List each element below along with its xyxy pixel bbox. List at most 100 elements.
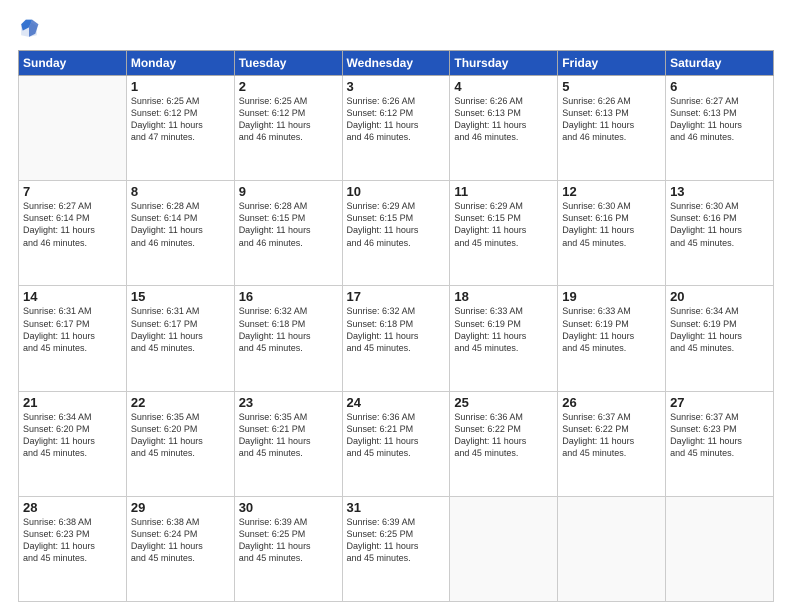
day-info: Sunrise: 6:26 AM Sunset: 6:13 PM Dayligh… <box>562 95 661 144</box>
day-info: Sunrise: 6:32 AM Sunset: 6:18 PM Dayligh… <box>347 305 446 354</box>
calendar-cell: 28Sunrise: 6:38 AM Sunset: 6:23 PM Dayli… <box>19 496 127 601</box>
logo-icon <box>18 18 40 40</box>
weekday-header: Tuesday <box>234 51 342 76</box>
calendar-cell: 18Sunrise: 6:33 AM Sunset: 6:19 PM Dayli… <box>450 286 558 391</box>
day-number: 15 <box>131 289 230 304</box>
day-number: 31 <box>347 500 446 515</box>
weekday-header: Friday <box>558 51 666 76</box>
calendar-page: SundayMondayTuesdayWednesdayThursdayFrid… <box>0 0 792 612</box>
day-number: 9 <box>239 184 338 199</box>
calendar-cell: 26Sunrise: 6:37 AM Sunset: 6:22 PM Dayli… <box>558 391 666 496</box>
day-number: 29 <box>131 500 230 515</box>
calendar-cell: 31Sunrise: 6:39 AM Sunset: 6:25 PM Dayli… <box>342 496 450 601</box>
calendar-cell: 15Sunrise: 6:31 AM Sunset: 6:17 PM Dayli… <box>126 286 234 391</box>
day-number: 5 <box>562 79 661 94</box>
day-number: 1 <box>131 79 230 94</box>
day-info: Sunrise: 6:25 AM Sunset: 6:12 PM Dayligh… <box>239 95 338 144</box>
day-number: 21 <box>23 395 122 410</box>
calendar-week-row: 21Sunrise: 6:34 AM Sunset: 6:20 PM Dayli… <box>19 391 774 496</box>
day-info: Sunrise: 6:32 AM Sunset: 6:18 PM Dayligh… <box>239 305 338 354</box>
calendar-cell: 5Sunrise: 6:26 AM Sunset: 6:13 PM Daylig… <box>558 76 666 181</box>
day-info: Sunrise: 6:34 AM Sunset: 6:20 PM Dayligh… <box>23 411 122 460</box>
header <box>18 18 774 40</box>
weekday-header: Monday <box>126 51 234 76</box>
calendar-week-row: 1Sunrise: 6:25 AM Sunset: 6:12 PM Daylig… <box>19 76 774 181</box>
calendar-cell: 27Sunrise: 6:37 AM Sunset: 6:23 PM Dayli… <box>666 391 774 496</box>
calendar-cell: 13Sunrise: 6:30 AM Sunset: 6:16 PM Dayli… <box>666 181 774 286</box>
day-number: 26 <box>562 395 661 410</box>
day-number: 11 <box>454 184 553 199</box>
day-info: Sunrise: 6:31 AM Sunset: 6:17 PM Dayligh… <box>23 305 122 354</box>
day-info: Sunrise: 6:28 AM Sunset: 6:15 PM Dayligh… <box>239 200 338 249</box>
day-info: Sunrise: 6:37 AM Sunset: 6:22 PM Dayligh… <box>562 411 661 460</box>
day-number: 6 <box>670 79 769 94</box>
day-info: Sunrise: 6:30 AM Sunset: 6:16 PM Dayligh… <box>562 200 661 249</box>
day-info: Sunrise: 6:26 AM Sunset: 6:12 PM Dayligh… <box>347 95 446 144</box>
calendar-table: SundayMondayTuesdayWednesdayThursdayFrid… <box>18 50 774 602</box>
calendar-cell: 16Sunrise: 6:32 AM Sunset: 6:18 PM Dayli… <box>234 286 342 391</box>
day-number: 7 <box>23 184 122 199</box>
day-number: 14 <box>23 289 122 304</box>
weekday-header-row: SundayMondayTuesdayWednesdayThursdayFrid… <box>19 51 774 76</box>
day-info: Sunrise: 6:36 AM Sunset: 6:22 PM Dayligh… <box>454 411 553 460</box>
calendar-cell: 7Sunrise: 6:27 AM Sunset: 6:14 PM Daylig… <box>19 181 127 286</box>
calendar-week-row: 14Sunrise: 6:31 AM Sunset: 6:17 PM Dayli… <box>19 286 774 391</box>
calendar-cell: 6Sunrise: 6:27 AM Sunset: 6:13 PM Daylig… <box>666 76 774 181</box>
calendar-cell: 14Sunrise: 6:31 AM Sunset: 6:17 PM Dayli… <box>19 286 127 391</box>
calendar-cell: 3Sunrise: 6:26 AM Sunset: 6:12 PM Daylig… <box>342 76 450 181</box>
day-info: Sunrise: 6:30 AM Sunset: 6:16 PM Dayligh… <box>670 200 769 249</box>
day-number: 18 <box>454 289 553 304</box>
day-number: 28 <box>23 500 122 515</box>
calendar-cell: 29Sunrise: 6:38 AM Sunset: 6:24 PM Dayli… <box>126 496 234 601</box>
calendar-cell: 30Sunrise: 6:39 AM Sunset: 6:25 PM Dayli… <box>234 496 342 601</box>
day-info: Sunrise: 6:31 AM Sunset: 6:17 PM Dayligh… <box>131 305 230 354</box>
day-info: Sunrise: 6:25 AM Sunset: 6:12 PM Dayligh… <box>131 95 230 144</box>
calendar-cell: 8Sunrise: 6:28 AM Sunset: 6:14 PM Daylig… <box>126 181 234 286</box>
day-number: 12 <box>562 184 661 199</box>
day-number: 25 <box>454 395 553 410</box>
day-number: 23 <box>239 395 338 410</box>
day-info: Sunrise: 6:34 AM Sunset: 6:19 PM Dayligh… <box>670 305 769 354</box>
day-info: Sunrise: 6:29 AM Sunset: 6:15 PM Dayligh… <box>454 200 553 249</box>
calendar-cell: 11Sunrise: 6:29 AM Sunset: 6:15 PM Dayli… <box>450 181 558 286</box>
day-info: Sunrise: 6:35 AM Sunset: 6:21 PM Dayligh… <box>239 411 338 460</box>
logo <box>18 18 44 40</box>
day-number: 8 <box>131 184 230 199</box>
calendar-cell: 10Sunrise: 6:29 AM Sunset: 6:15 PM Dayli… <box>342 181 450 286</box>
day-number: 3 <box>347 79 446 94</box>
day-number: 17 <box>347 289 446 304</box>
calendar-week-row: 28Sunrise: 6:38 AM Sunset: 6:23 PM Dayli… <box>19 496 774 601</box>
weekday-header: Thursday <box>450 51 558 76</box>
calendar-cell: 22Sunrise: 6:35 AM Sunset: 6:20 PM Dayli… <box>126 391 234 496</box>
day-info: Sunrise: 6:38 AM Sunset: 6:24 PM Dayligh… <box>131 516 230 565</box>
day-number: 16 <box>239 289 338 304</box>
day-number: 20 <box>670 289 769 304</box>
calendar-cell: 12Sunrise: 6:30 AM Sunset: 6:16 PM Dayli… <box>558 181 666 286</box>
day-info: Sunrise: 6:27 AM Sunset: 6:13 PM Dayligh… <box>670 95 769 144</box>
weekday-header: Saturday <box>666 51 774 76</box>
day-info: Sunrise: 6:39 AM Sunset: 6:25 PM Dayligh… <box>239 516 338 565</box>
day-number: 27 <box>670 395 769 410</box>
weekday-header: Wednesday <box>342 51 450 76</box>
calendar-cell: 9Sunrise: 6:28 AM Sunset: 6:15 PM Daylig… <box>234 181 342 286</box>
calendar-cell <box>558 496 666 601</box>
day-info: Sunrise: 6:36 AM Sunset: 6:21 PM Dayligh… <box>347 411 446 460</box>
calendar-cell: 20Sunrise: 6:34 AM Sunset: 6:19 PM Dayli… <box>666 286 774 391</box>
day-number: 19 <box>562 289 661 304</box>
weekday-header: Sunday <box>19 51 127 76</box>
calendar-cell: 23Sunrise: 6:35 AM Sunset: 6:21 PM Dayli… <box>234 391 342 496</box>
calendar-cell: 24Sunrise: 6:36 AM Sunset: 6:21 PM Dayli… <box>342 391 450 496</box>
day-info: Sunrise: 6:27 AM Sunset: 6:14 PM Dayligh… <box>23 200 122 249</box>
calendar-cell: 4Sunrise: 6:26 AM Sunset: 6:13 PM Daylig… <box>450 76 558 181</box>
day-info: Sunrise: 6:35 AM Sunset: 6:20 PM Dayligh… <box>131 411 230 460</box>
day-number: 10 <box>347 184 446 199</box>
day-info: Sunrise: 6:26 AM Sunset: 6:13 PM Dayligh… <box>454 95 553 144</box>
calendar-cell: 25Sunrise: 6:36 AM Sunset: 6:22 PM Dayli… <box>450 391 558 496</box>
day-info: Sunrise: 6:33 AM Sunset: 6:19 PM Dayligh… <box>562 305 661 354</box>
day-info: Sunrise: 6:33 AM Sunset: 6:19 PM Dayligh… <box>454 305 553 354</box>
day-info: Sunrise: 6:29 AM Sunset: 6:15 PM Dayligh… <box>347 200 446 249</box>
day-number: 22 <box>131 395 230 410</box>
day-info: Sunrise: 6:37 AM Sunset: 6:23 PM Dayligh… <box>670 411 769 460</box>
day-info: Sunrise: 6:39 AM Sunset: 6:25 PM Dayligh… <box>347 516 446 565</box>
day-number: 2 <box>239 79 338 94</box>
